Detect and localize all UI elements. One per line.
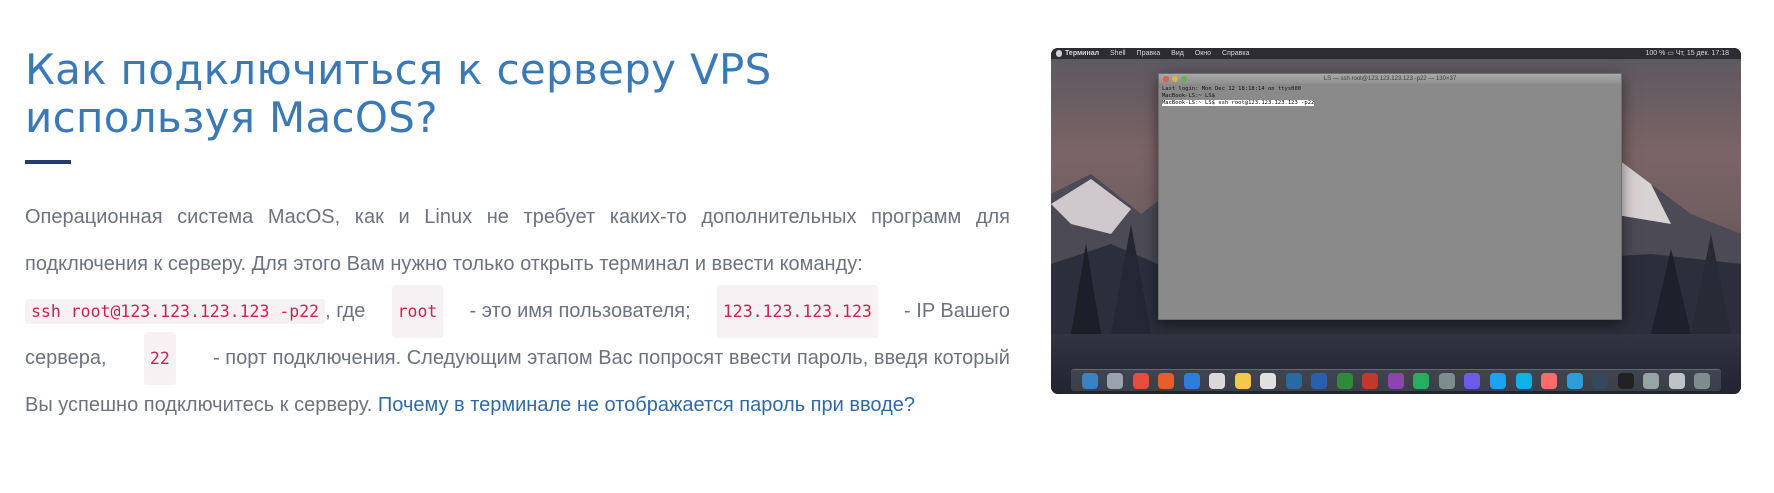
paragraph-text: , где	[325, 300, 366, 322]
dock-app-icon	[1694, 372, 1711, 389]
article-body: Операционная система MacOS, как и Linux …	[25, 194, 1010, 429]
menubar-status: 100 % ▭ Чт, 15 дек. 17:18	[1645, 50, 1729, 57]
dock-app-icon	[1362, 372, 1379, 389]
paragraph-line: Операционная система MacOS, как и Linux …	[25, 194, 1010, 241]
paragraph-line: Вы успешно подключитесь к серверу. Почем…	[25, 382, 1010, 429]
dock-app-icon	[1515, 372, 1532, 389]
paragraph-line: ssh root@123.123.123.123 -p22, где root …	[25, 285, 1010, 338]
dock-app-icon	[1464, 372, 1481, 389]
macos-menubar: Терминал Shell Правка Вид Окно Справка 1…	[1051, 48, 1741, 59]
dock-app-icon	[1541, 372, 1558, 389]
dock-app-icon	[1209, 372, 1226, 389]
dock-app-icon	[1438, 372, 1455, 389]
dock-app-icon	[1285, 372, 1302, 389]
password-help-link[interactable]: Почему в терминале не отображается парол…	[378, 394, 915, 416]
title-line-2: используя MacOS?	[25, 93, 438, 142]
paragraph-text: - IP Вашего	[904, 300, 1010, 322]
dock-app-icon	[1081, 372, 1098, 389]
close-icon	[1163, 76, 1169, 82]
paragraph-text: - это имя пользователя;	[469, 300, 691, 322]
dock-app-icon	[1107, 372, 1124, 389]
paragraph-line: подключения к серверу. Для этого Вам нуж…	[25, 241, 1010, 288]
terminal-output: Last login: Mon Dec 12 18:18:14 on ttys0…	[1159, 84, 1621, 109]
terminal-titlebar: LS — ssh root@123.123.123.123 -p22 — 130…	[1159, 74, 1621, 84]
dock-app-icon	[1413, 372, 1430, 389]
code-port: 22	[143, 332, 176, 385]
zoom-icon	[1181, 76, 1187, 82]
dock-app-icon	[1311, 372, 1328, 389]
dock-app-icon	[1490, 372, 1506, 389]
page-title: Как подключиться к серверу VPS используя…	[25, 46, 1010, 142]
paragraph-text: - порт подключения. Следующим этапом Вас…	[213, 347, 1010, 369]
title-underline	[25, 160, 71, 164]
code-ssh-command: ssh root@123.123.123.123 -p22	[25, 299, 326, 324]
terminal-line: MacBook-LS:~ LS$ ssh root@123.123.123.12…	[1162, 100, 1315, 106]
minimize-icon	[1172, 76, 1178, 82]
paragraph-line: сервера, 22 - порт подключения. Следующи…	[25, 332, 1010, 385]
dock-app-icon	[1668, 372, 1685, 389]
menu-item: Окно	[1194, 50, 1212, 57]
dock-app-icon	[1592, 372, 1609, 389]
paragraph-text: сервера,	[25, 347, 107, 369]
menu-item: Терминал	[1065, 50, 1100, 57]
code-ip: 123.123.123.123	[716, 285, 878, 338]
dock-app-icon	[1566, 372, 1583, 389]
terminal-title: LS — ssh root@123.123.123.123 -p22 — 130…	[1323, 76, 1457, 82]
menu-item: Shell	[1110, 50, 1126, 57]
terminal-line: MacBook-LS:~ LS$	[1162, 93, 1215, 99]
menu-item: Вид	[1171, 50, 1184, 57]
macos-terminal-screenshot: Терминал Shell Правка Вид Окно Справка 1…	[1051, 48, 1741, 394]
terminal-window: LS — ssh root@123.123.123.123 -p22 — 130…	[1158, 73, 1622, 320]
dock-app-icon	[1132, 372, 1149, 389]
dock-app-icon	[1158, 372, 1175, 389]
dock-app-icon	[1643, 372, 1660, 389]
paragraph-text: Вы успешно подключитесь к серверу.	[25, 394, 373, 416]
dock-app-icon	[1336, 372, 1353, 389]
terminal-line: Last login: Mon Dec 12 18:18:14 on ttys0…	[1162, 86, 1302, 92]
dock-app-icon	[1234, 372, 1251, 389]
article-section: Как подключиться к серверу VPS используя…	[25, 46, 1010, 429]
paragraph-text: Операционная система MacOS, как и Linux …	[25, 206, 1010, 228]
code-user: root	[391, 285, 444, 338]
dock-app-icon	[1260, 372, 1277, 389]
paragraph-text: подключения к серверу. Для этого Вам нуж…	[25, 253, 863, 275]
menu-item: Правка	[1136, 50, 1161, 57]
apple-logo-icon	[1056, 50, 1062, 57]
dock-app-icon	[1387, 372, 1404, 389]
title-line-1: Как подключиться к серверу VPS	[25, 45, 772, 94]
menu-item: Справка	[1222, 50, 1250, 57]
dock-app-icon	[1183, 372, 1200, 389]
macos-dock	[1071, 369, 1721, 391]
dock-app-icon	[1617, 372, 1634, 389]
